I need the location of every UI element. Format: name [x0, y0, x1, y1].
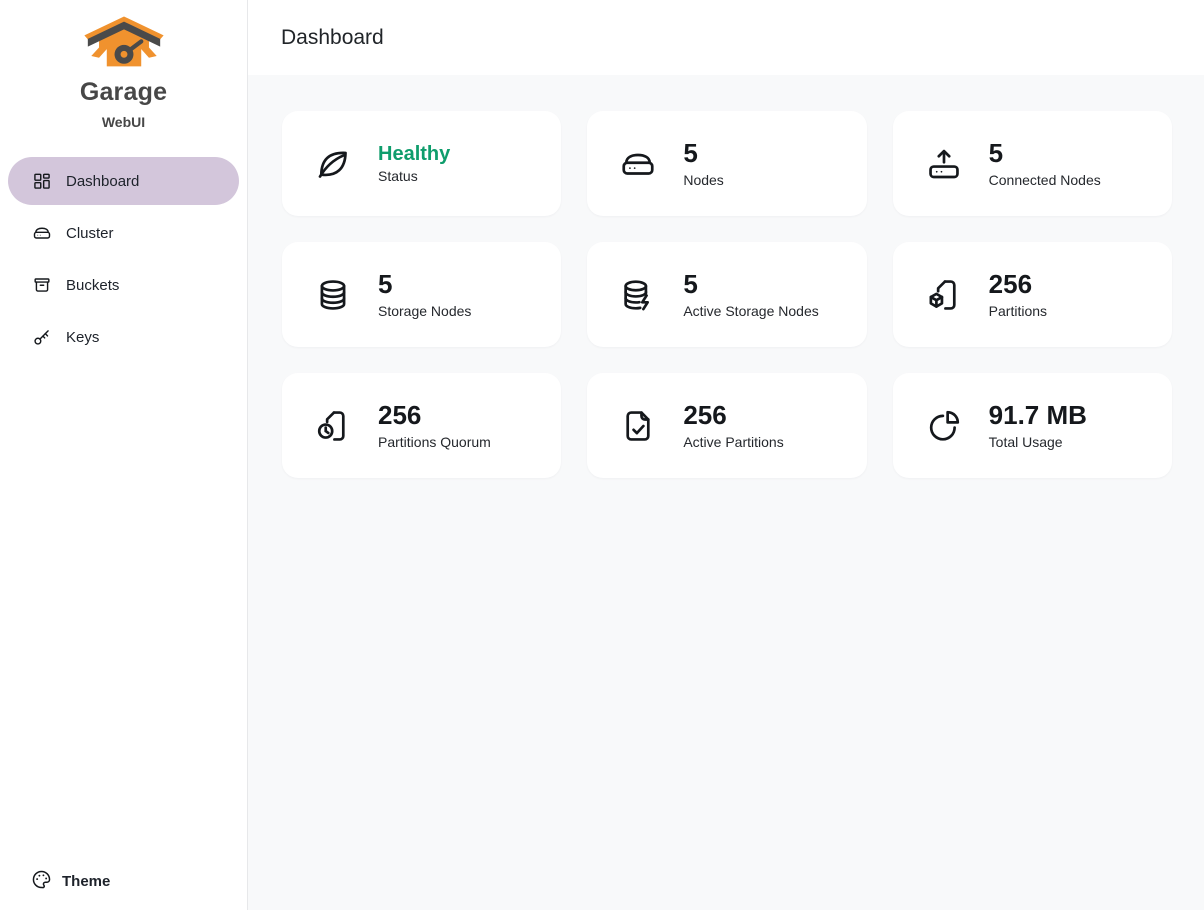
- sidebar-item-label: Dashboard: [66, 173, 139, 190]
- stat-label: Status: [378, 168, 450, 184]
- palette-icon: [31, 869, 52, 894]
- logo-block: Garage WebUI: [0, 0, 247, 130]
- stat-card: 5 Storage Nodes: [282, 242, 561, 347]
- app-window: Garage WebUI Dashboard Cluster Buckets K…: [0, 0, 1204, 910]
- stat-value: Healthy: [378, 143, 450, 165]
- bucket-icon: [32, 275, 52, 295]
- stat-label: Active Storage Nodes: [683, 303, 818, 319]
- theme-button[interactable]: Theme: [0, 868, 247, 895]
- page-header: Dashboard: [248, 0, 1204, 75]
- stat-value: 5: [989, 139, 1101, 168]
- key-icon: [32, 327, 52, 347]
- sidebar-nav: Dashboard Cluster Buckets Keys: [0, 157, 247, 361]
- app-name: Garage: [80, 78, 167, 107]
- stat-card: 91.7 MB Total Usage: [893, 373, 1172, 478]
- stat-value: 256: [989, 270, 1047, 299]
- sidebar-item-label: Buckets: [66, 277, 119, 294]
- stat-value: 256: [378, 401, 491, 430]
- stat-label: Partitions Quorum: [378, 434, 491, 450]
- app-subtitle: WebUI: [102, 114, 145, 130]
- stat-card: 5 Active Storage Nodes: [587, 242, 866, 347]
- theme-button-label: Theme: [62, 873, 110, 890]
- file-cube-icon: [925, 276, 963, 314]
- stat-label: Storage Nodes: [378, 303, 471, 319]
- hdd-icon: [32, 223, 52, 243]
- stat-value: 5: [683, 270, 818, 299]
- main-area: Dashboard Healthy Status 5 Nodes 5 Conne…: [248, 0, 1204, 910]
- stat-card: 5 Nodes: [587, 111, 866, 216]
- sidebar-item-label: Keys: [66, 329, 99, 346]
- stat-value: 91.7 MB: [989, 401, 1087, 430]
- stat-card: 5 Connected Nodes: [893, 111, 1172, 216]
- dashboard-grid-icon: [32, 171, 52, 191]
- stat-card: 256 Partitions: [893, 242, 1172, 347]
- dashboard-content: Healthy Status 5 Nodes 5 Connected Nodes…: [248, 75, 1204, 910]
- stat-label: Active Partitions: [683, 434, 783, 450]
- sidebar-item-cluster[interactable]: Cluster: [8, 209, 239, 257]
- stat-label: Total Usage: [989, 434, 1087, 450]
- sidebar-item-buckets[interactable]: Buckets: [8, 261, 239, 309]
- stat-card: 256 Partitions Quorum: [282, 373, 561, 478]
- file-gauge-icon: [314, 407, 352, 445]
- page-title: Dashboard: [281, 26, 384, 50]
- sidebar-item-keys[interactable]: Keys: [8, 313, 239, 361]
- leaf-icon: [314, 145, 352, 183]
- stat-value: 5: [378, 270, 471, 299]
- hdd-upload-icon: [925, 145, 963, 183]
- hdd-icon: [619, 145, 657, 183]
- stat-card: Healthy Status: [282, 111, 561, 216]
- sidebar-item-label: Cluster: [66, 225, 114, 242]
- stat-value: 5: [683, 139, 723, 168]
- stat-label: Partitions: [989, 303, 1047, 319]
- database-lightning-icon: [619, 276, 657, 314]
- database-icon: [314, 276, 352, 314]
- stat-label: Nodes: [683, 172, 723, 188]
- file-check-icon: [619, 407, 657, 445]
- stat-card: 256 Active Partitions: [587, 373, 866, 478]
- stat-value: 256: [683, 401, 783, 430]
- pie-chart-icon: [925, 407, 963, 445]
- sidebar-item-dashboard[interactable]: Dashboard: [8, 157, 239, 205]
- stats-grid: Healthy Status 5 Nodes 5 Connected Nodes…: [282, 111, 1172, 478]
- stat-label: Connected Nodes: [989, 172, 1101, 188]
- garage-logo-icon: [80, 13, 168, 75]
- sidebar: Garage WebUI Dashboard Cluster Buckets K…: [0, 0, 248, 910]
